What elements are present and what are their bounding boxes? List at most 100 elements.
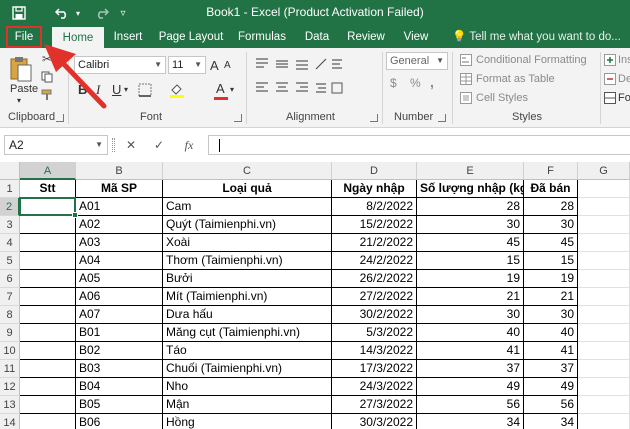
grow-font-button[interactable]: A	[210, 58, 219, 73]
stt-cell[interactable]	[20, 198, 76, 216]
row-header[interactable]: 14	[0, 414, 20, 429]
ma-cell[interactable]: A02	[76, 216, 163, 234]
row-header[interactable]: 10	[0, 342, 20, 360]
loai-cell[interactable]: Hồng	[163, 414, 332, 429]
ngay-cell[interactable]: 21/2/2022	[332, 234, 417, 252]
column-title-cell[interactable]: Stt	[20, 180, 76, 198]
paste-button[interactable]: Paste	[10, 83, 38, 95]
loai-cell[interactable]: Cam	[163, 198, 332, 216]
tab-file[interactable]: File	[6, 26, 42, 48]
sl-cell[interactable]: 40	[417, 324, 524, 342]
empty-cell[interactable]	[578, 198, 630, 216]
stt-cell[interactable]	[20, 288, 76, 306]
format-cells-button[interactable]: Fo	[618, 92, 630, 104]
tab-review[interactable]: Review	[344, 26, 388, 48]
bold-button[interactable]: B	[78, 82, 87, 97]
loai-cell[interactable]: Xoài	[163, 234, 332, 252]
empty-cell[interactable]	[578, 288, 630, 306]
empty-cell[interactable]	[578, 414, 630, 429]
stt-cell[interactable]	[20, 360, 76, 378]
column-header-c[interactable]: C	[163, 162, 332, 180]
sl-cell[interactable]: 28	[417, 198, 524, 216]
row-header[interactable]: 12	[0, 378, 20, 396]
shrink-font-button[interactable]: A	[224, 60, 231, 71]
ban-cell[interactable]: 40	[524, 324, 578, 342]
paste-icon[interactable]	[8, 54, 34, 84]
sl-cell[interactable]: 30	[417, 216, 524, 234]
ngay-cell[interactable]: 30/2/2022	[332, 306, 417, 324]
stt-cell[interactable]	[20, 270, 76, 288]
column-header-g[interactable]: G	[578, 162, 630, 180]
stt-cell[interactable]	[20, 324, 76, 342]
column-title-cell[interactable]: Đã bán	[524, 180, 578, 198]
ngay-cell[interactable]: 24/2/2022	[332, 252, 417, 270]
ngay-cell[interactable]: 8/2/2022	[332, 198, 417, 216]
empty-cell[interactable]	[578, 360, 630, 378]
horizontal-align-icons[interactable]	[254, 80, 344, 96]
select-all-button[interactable]	[0, 162, 20, 180]
underline-dropdown-icon[interactable]: ▾	[124, 85, 128, 94]
ban-cell[interactable]: 30	[524, 216, 578, 234]
ma-cell[interactable]: A06	[76, 288, 163, 306]
loai-cell[interactable]: Măng cụt (Taimienphi.vn)	[163, 324, 332, 342]
ban-cell[interactable]: 49	[524, 378, 578, 396]
currency-button[interactable]: $	[390, 76, 397, 90]
empty-cell[interactable]	[578, 216, 630, 234]
column-title-cell[interactable]: Mã SP	[76, 180, 163, 198]
sl-cell[interactable]: 56	[417, 396, 524, 414]
tab-data[interactable]: Data	[298, 26, 336, 48]
ma-cell[interactable]: B01	[76, 324, 163, 342]
row-header[interactable]: 1	[0, 180, 20, 198]
cancel-icon[interactable]: ✕	[122, 136, 140, 154]
column-title-cell[interactable]: Loại quả	[163, 180, 332, 198]
ma-cell[interactable]: A03	[76, 234, 163, 252]
name-box[interactable]: A2 ▼	[4, 135, 108, 155]
loai-cell[interactable]: Chuối (Taimienphi.vn)	[163, 360, 332, 378]
delete-cells-button[interactable]: De	[618, 73, 630, 85]
number-format-select[interactable]: General ▼	[386, 52, 448, 70]
loai-cell[interactable]: Bưởi	[163, 270, 332, 288]
loai-cell[interactable]: Mít (Taimienphi.vn)	[163, 288, 332, 306]
row-header[interactable]: 6	[0, 270, 20, 288]
column-title-cell[interactable]: Số lượng nhập (kg)	[417, 180, 524, 198]
ma-cell[interactable]: B02	[76, 342, 163, 360]
ma-cell[interactable]: B04	[76, 378, 163, 396]
column-title-cell[interactable]: Ngày nhập	[332, 180, 417, 198]
row-header[interactable]: 3	[0, 216, 20, 234]
loai-cell[interactable]: Thơm (Taimienphi.vn)	[163, 252, 332, 270]
loai-cell[interactable]: Nho	[163, 378, 332, 396]
tab-home[interactable]: Home	[52, 26, 104, 48]
empty-cell[interactable]	[578, 306, 630, 324]
ban-cell[interactable]: 34	[524, 414, 578, 429]
ma-cell[interactable]: A04	[76, 252, 163, 270]
stt-cell[interactable]	[20, 306, 76, 324]
copy-icon[interactable]	[40, 70, 54, 84]
conditional-formatting-button[interactable]: Conditional Formatting	[476, 54, 587, 66]
column-header-d[interactable]: D	[332, 162, 417, 180]
sl-cell[interactable]: 37	[417, 360, 524, 378]
row-header[interactable]: 8	[0, 306, 20, 324]
empty-cell[interactable]	[578, 270, 630, 288]
loai-cell[interactable]: Táo	[163, 342, 332, 360]
empty-cell[interactable]	[578, 180, 630, 198]
empty-cell[interactable]	[578, 324, 630, 342]
italic-button[interactable]: I	[96, 82, 100, 98]
column-header-b[interactable]: B	[76, 162, 163, 180]
sl-cell[interactable]: 30	[417, 306, 524, 324]
vertical-align-icons[interactable]	[254, 56, 344, 72]
format-painter-icon[interactable]	[40, 88, 54, 102]
enter-icon[interactable]: ✓	[150, 136, 168, 154]
cell-styles-button[interactable]: Cell Styles	[476, 92, 528, 104]
row-header[interactable]: 4	[0, 234, 20, 252]
borders-icon[interactable]	[136, 82, 154, 98]
worksheet-grid[interactable]: ABCDEFG 1 Stt Mã SP Loại quả Ngày nhập Số lượ…	[0, 162, 630, 429]
empty-cell[interactable]	[578, 252, 630, 270]
row-header[interactable]: 5	[0, 252, 20, 270]
sl-cell[interactable]: 49	[417, 378, 524, 396]
alignment-launcher-icon[interactable]	[370, 114, 378, 122]
font-name-select[interactable]: Calibri ▼	[74, 56, 166, 74]
sl-cell[interactable]: 34	[417, 414, 524, 429]
ban-cell[interactable]: 21	[524, 288, 578, 306]
ban-cell[interactable]: 30	[524, 306, 578, 324]
ma-cell[interactable]: A07	[76, 306, 163, 324]
